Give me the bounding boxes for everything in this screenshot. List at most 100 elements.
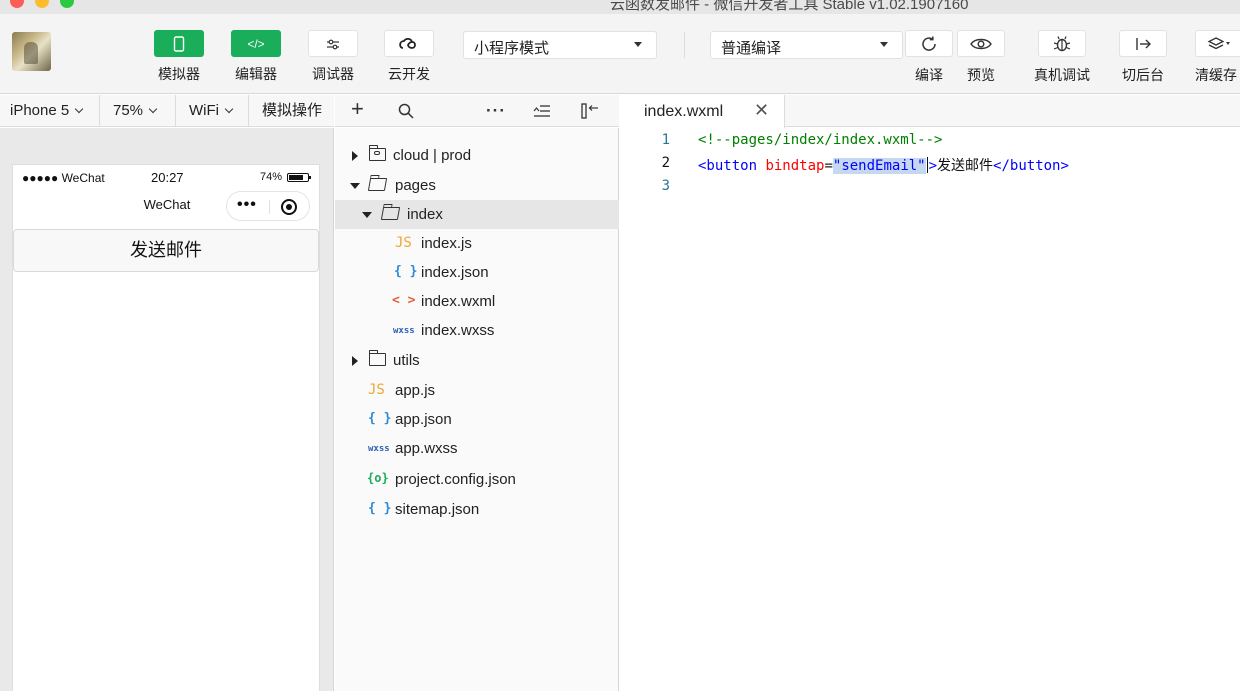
caret-down-icon xyxy=(634,42,642,47)
tree-item-index-folder[interactable]: index xyxy=(335,200,619,229)
code-editor[interactable]: 1 <!--pages/index/index.wxml--> 2 <butto… xyxy=(620,128,1240,691)
cloud-dev-label: 云开发 xyxy=(388,66,430,82)
switch-background-button[interactable]: 切后台 xyxy=(1119,30,1167,85)
json-file-icon: { } xyxy=(394,264,418,279)
editor-tab-bar: index.wxml ✕ xyxy=(620,95,1240,128)
tree-item-app-wxss[interactable]: wxss app.wxss xyxy=(335,434,619,463)
file-tree: cloud | prod pages index JS index.js { }… xyxy=(335,128,619,691)
code-comment: <!--pages/index/index.wxml--> xyxy=(698,132,943,148)
simulator-label: 模拟器 xyxy=(158,66,200,82)
tree-item-index-wxml[interactable]: < > index.wxml xyxy=(335,287,619,316)
collapse-arrow-icon[interactable] xyxy=(362,212,372,218)
expand-arrow-icon[interactable] xyxy=(352,151,358,161)
tree-item-sitemap-json[interactable]: { } sitemap.json xyxy=(335,495,619,524)
close-window-button[interactable] xyxy=(10,0,24,8)
user-avatar[interactable] xyxy=(12,32,51,71)
wxml-file-icon: < > xyxy=(392,293,416,308)
preview-button[interactable]: 预览 xyxy=(957,30,1005,85)
simulator-area: ●●●●● WeChat 20:27 74% WeChat ••• 发送邮件 xyxy=(0,128,334,691)
tab-index-wxml[interactable]: index.wxml ✕ xyxy=(620,95,785,128)
bug-icon xyxy=(1038,30,1086,57)
status-time: 20:27 xyxy=(151,170,184,185)
tree-item-index-wxss[interactable]: wxss index.wxss xyxy=(335,316,619,345)
debugger-toggle-button[interactable]: 调试器 xyxy=(305,30,361,84)
tree-item-label: index.wxml xyxy=(421,293,496,310)
simulate-operation-select[interactable]: 模拟操作 xyxy=(249,95,334,126)
clear-cache-button[interactable]: 清缓存 xyxy=(1195,30,1240,85)
more-icon[interactable]: ··· xyxy=(486,99,506,123)
tree-item-pages[interactable]: pages xyxy=(335,171,619,200)
cloud-dev-button[interactable]: 云开发 xyxy=(381,30,437,84)
phone-screen: ●●●●● WeChat 20:27 74% WeChat ••• 发送邮件 xyxy=(12,164,320,691)
tree-item-label: project.config.json xyxy=(395,471,516,488)
network-select-value: WiFi xyxy=(189,102,219,119)
cloud-folder-icon xyxy=(368,145,386,161)
zoom-select[interactable]: 75% xyxy=(100,95,176,126)
simulate-operation-value: 模拟操作 xyxy=(262,102,323,119)
battery-percent: 74% xyxy=(260,171,283,183)
mode-select[interactable]: 小程序模式 xyxy=(463,31,657,59)
expand-arrow-icon[interactable] xyxy=(352,356,358,366)
layers-icon xyxy=(1195,30,1240,57)
mode-select-value: 小程序模式 xyxy=(474,40,550,57)
folder-open-icon xyxy=(380,207,401,220)
code-attr-value: "sendEmail" xyxy=(832,158,926,174)
tree-item-index-js[interactable]: JS index.js xyxy=(335,229,619,258)
code-end-tag: </button> xyxy=(993,158,1069,174)
close-tab-icon[interactable]: ✕ xyxy=(754,100,769,121)
send-email-button[interactable]: 发送邮件 xyxy=(13,229,319,272)
tree-item-app-js[interactable]: JS app.js xyxy=(335,376,619,405)
code-line-2[interactable]: <button bindtap="sendEmail" >发送邮件</button… xyxy=(698,155,1069,175)
tree-item-label: pages xyxy=(395,177,436,194)
simulator-toggle-button[interactable]: 模拟器 xyxy=(151,30,207,84)
close-target-icon[interactable] xyxy=(281,199,297,215)
tree-item-app-json[interactable]: { } app.json xyxy=(335,405,619,434)
search-icon[interactable] xyxy=(398,99,414,123)
capsule-menu[interactable]: ••• xyxy=(226,191,310,221)
hide-panel-icon[interactable] xyxy=(581,99,599,123)
wxss-file-icon: wxss xyxy=(368,444,390,454)
collapse-all-icon[interactable] xyxy=(533,99,551,123)
phone-icon xyxy=(154,30,204,57)
eye-icon xyxy=(957,30,1005,57)
config-file-icon: {o} xyxy=(367,471,389,485)
switch-background-label: 切后台 xyxy=(1122,67,1164,83)
tree-item-label: app.json xyxy=(395,411,452,428)
network-select[interactable]: WiFi xyxy=(176,95,249,126)
code-equals: = xyxy=(824,158,833,174)
device-select[interactable]: iPhone 5 xyxy=(0,95,100,126)
code-icon: </> xyxy=(231,30,281,57)
folder-open-icon xyxy=(367,178,388,191)
tree-item-index-json[interactable]: { } index.json xyxy=(335,258,619,287)
editor-toggle-button[interactable]: </> 编辑器 xyxy=(228,30,284,84)
tree-item-project-config[interactable]: {o} project.config.json xyxy=(335,465,619,494)
chevron-down-icon xyxy=(74,104,84,114)
battery-icon xyxy=(287,173,311,182)
code-attr-name: bindtap xyxy=(757,158,825,174)
compile-mode-select[interactable]: 普通编译 xyxy=(710,31,903,59)
line-number: 2 xyxy=(661,155,670,171)
zoom-window-button[interactable] xyxy=(60,0,74,8)
phone-status-bar: ●●●●● WeChat 20:27 74% xyxy=(13,165,319,187)
more-dots-icon[interactable]: ••• xyxy=(237,196,257,214)
add-icon[interactable]: + xyxy=(351,97,364,121)
file-tree-toolbar: + ··· xyxy=(335,95,619,127)
js-file-icon: JS xyxy=(395,235,412,251)
tree-item-utils[interactable]: utils xyxy=(335,346,619,375)
compile-button[interactable]: 编译 xyxy=(905,30,953,85)
toolbar-divider xyxy=(684,32,685,58)
mini-program-nav-bar: WeChat ••• xyxy=(13,187,319,229)
js-file-icon: JS xyxy=(368,382,385,398)
tree-item-cloud[interactable]: cloud | prod xyxy=(335,141,619,170)
code-close-bracket: > xyxy=(928,158,938,174)
tree-item-label: index.wxss xyxy=(421,322,495,339)
tab-label: index.wxml xyxy=(644,103,724,120)
folder-icon xyxy=(368,350,386,366)
code-line-1[interactable]: <!--pages/index/index.wxml--> xyxy=(698,132,942,148)
remote-debug-button[interactable]: 真机调试 xyxy=(1030,30,1094,85)
collapse-arrow-icon[interactable] xyxy=(350,183,360,189)
minimize-window-button[interactable] xyxy=(35,0,49,8)
compile-mode-value: 普通编译 xyxy=(721,40,782,57)
editor-label: 编辑器 xyxy=(235,66,277,82)
compile-label: 编译 xyxy=(915,67,943,83)
